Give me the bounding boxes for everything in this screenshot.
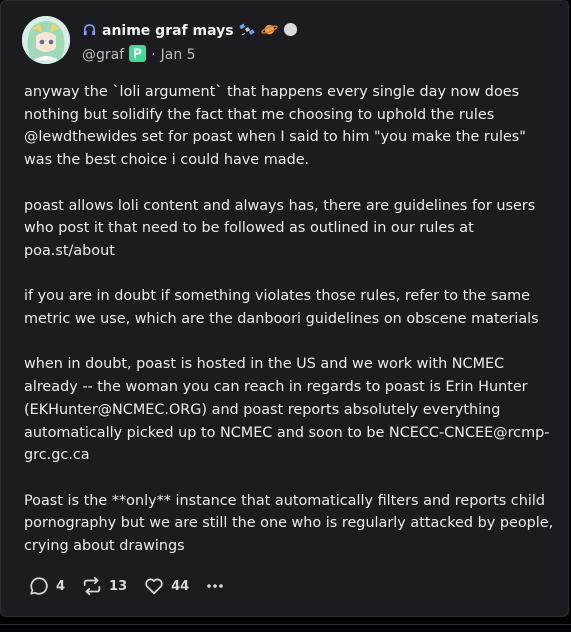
more-options-button[interactable] (205, 576, 225, 596)
post-paragraph: Poast is the **only** instance that auto… (24, 492, 554, 554)
reply-button[interactable]: 4 (28, 575, 65, 597)
ringed-planet-icon (260, 22, 278, 41)
more-dots-icon (205, 576, 225, 596)
like-button[interactable]: 44 (143, 575, 189, 597)
post-card: anime graf mays @graf · Jan 5 anyway the… (0, 0, 569, 617)
post-paragraph: when in doubt, poast is hosted in the US… (24, 356, 550, 464)
author-handle-row: @graf · Jan 5 (82, 44, 196, 66)
post-actions: 4 13 44 (28, 574, 241, 598)
headphones-icon (82, 22, 97, 41)
repost-count: 13 (109, 578, 128, 594)
comment-icon (28, 575, 50, 597)
repost-button[interactable]: 13 (81, 575, 127, 597)
repost-icon (81, 575, 103, 597)
heart-icon (143, 575, 165, 597)
status-dot-icon (283, 22, 298, 41)
divider (0, 624, 571, 625)
like-count: 44 (171, 578, 190, 594)
post-date[interactable]: Jan 5 (161, 47, 196, 63)
author-display-name[interactable]: anime graf mays (102, 23, 234, 39)
post-paragraph: anyway the `loli argument` that happens … (24, 84, 526, 169)
post-paragraph: poast allows loli content and always has… (24, 197, 536, 259)
instance-badge-icon (129, 44, 147, 66)
reply-count: 4 (56, 578, 66, 594)
post-paragraph: if you are in doubt if something violate… (24, 288, 539, 327)
author-handle[interactable]: @graf (82, 47, 124, 63)
author-name-row: anime graf mays (82, 20, 298, 42)
avatar[interactable] (22, 16, 70, 64)
post-body: anyway the `loli argument` that happens … (24, 81, 554, 580)
satellite-icon (238, 22, 256, 41)
separator-dot: · (151, 47, 156, 63)
